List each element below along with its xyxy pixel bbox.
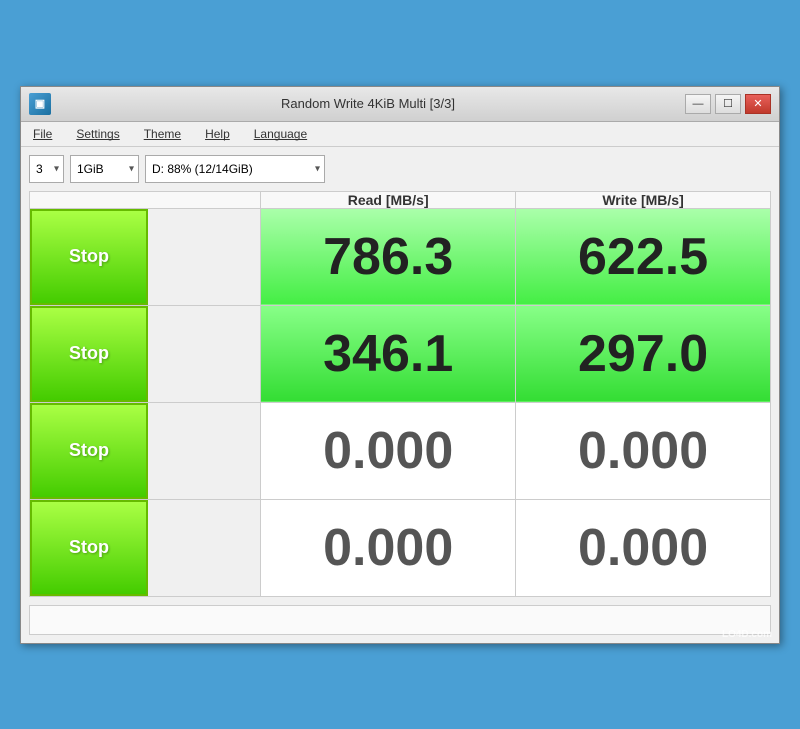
read-value-3: 0.000 [261,402,516,499]
stop-button-1[interactable]: Stop [30,209,148,305]
stop-button-4[interactable]: Stop [30,500,148,596]
menu-theme[interactable]: Theme [140,125,185,143]
drive-select-wrapper: D: 88% (12/14GiB) [145,155,325,183]
results-table: Read [MB/s] Write [MB/s] Stop 786.3 622.… [29,191,771,597]
write-value-2: 297.0 [516,305,771,402]
app-icon-symbol: ▣ [35,97,45,110]
table-row: Stop 0.000 0.000 [30,402,771,499]
close-button[interactable]: ✕ [745,94,771,114]
stop-cell-2: Stop [30,305,261,402]
col-header-stop [30,191,261,208]
window-title: Random Write 4KiB Multi [3/3] [59,96,677,111]
read-value-2: 346.1 [261,305,516,402]
window-controls: — ☐ ✕ [685,94,771,114]
menu-bar: File Settings Theme Help Language [21,122,779,147]
menu-settings[interactable]: Settings [72,125,123,143]
menu-file[interactable]: File [29,125,56,143]
stop-cell-4: Stop [30,499,261,596]
table-row: Stop 786.3 622.5 [30,208,771,305]
app-icon: ▣ [29,93,51,115]
write-value-3: 0.000 [516,402,771,499]
size-select[interactable]: 1GiB 512MiB 2GiB [70,155,139,183]
drive-select[interactable]: D: 88% (12/14GiB) [145,155,325,183]
content-area: 3 1 2 4 1GiB 512MiB 2GiB D: 88% (12/ [21,147,779,643]
stop-button-2[interactable]: Stop [30,306,148,402]
controls-row: 3 1 2 4 1GiB 512MiB 2GiB D: 88% (12/ [29,155,771,183]
status-bar [29,605,771,635]
watermark: LO4D.com [722,629,772,640]
read-value-1: 786.3 [261,208,516,305]
read-value-4: 0.000 [261,499,516,596]
menu-language[interactable]: Language [250,125,311,143]
main-window: ▣ Random Write 4KiB Multi [3/3] — ☐ ✕ Fi… [20,86,780,644]
queues-select-wrapper: 3 1 2 4 [29,155,64,183]
col-header-write: Write [MB/s] [516,191,771,208]
size-select-wrapper: 1GiB 512MiB 2GiB [70,155,139,183]
minimize-button[interactable]: — [685,94,711,114]
stop-cell-1: Stop [30,208,261,305]
stop-button-3[interactable]: Stop [30,403,148,499]
write-value-4: 0.000 [516,499,771,596]
menu-help[interactable]: Help [201,125,234,143]
maximize-button[interactable]: ☐ [715,94,741,114]
stop-cell-3: Stop [30,402,261,499]
col-header-read: Read [MB/s] [261,191,516,208]
table-row: Stop 0.000 0.000 [30,499,771,596]
write-value-1: 622.5 [516,208,771,305]
table-row: Stop 346.1 297.0 [30,305,771,402]
title-bar: ▣ Random Write 4KiB Multi [3/3] — ☐ ✕ [21,87,779,122]
queues-select[interactable]: 3 1 2 4 [29,155,64,183]
